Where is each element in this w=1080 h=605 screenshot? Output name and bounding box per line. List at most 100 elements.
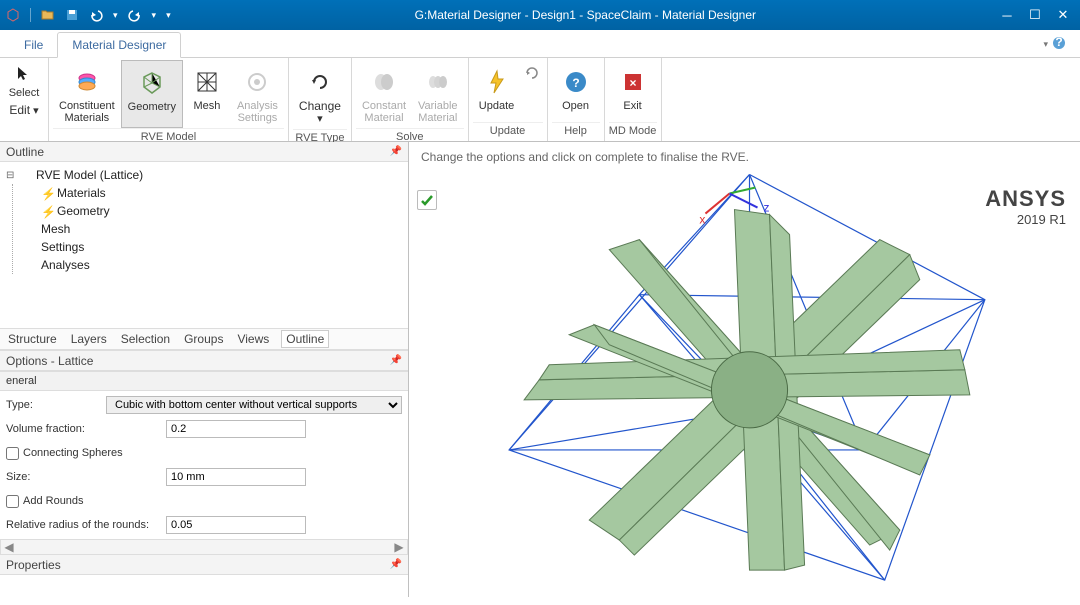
properties-title: Properties [6, 558, 61, 572]
constant-material-icon [370, 68, 398, 96]
axis-z-label: z [764, 201, 770, 215]
outline-header: Outline 📌 [0, 142, 408, 162]
tab-views[interactable]: Views [235, 330, 271, 348]
svg-text:?: ? [572, 76, 579, 90]
brand-name: ANSYS [985, 186, 1066, 212]
variable-material-button[interactable]: Variable Material [412, 60, 464, 128]
ribbon-group-help: ? Open Help [548, 58, 605, 141]
model-icon [20, 169, 32, 181]
close-button[interactable]: ✕ [1056, 8, 1070, 22]
main-area: Outline 📌 ⊟ RVE Model (Lattice) ⚡ Materi… [0, 142, 1080, 597]
select-button[interactable]: Select [4, 60, 44, 100]
scroll-right-icon[interactable]: ▶ [391, 540, 407, 554]
brand-version: 2019 R1 [985, 212, 1066, 227]
material-designer-tab[interactable]: Material Designer [57, 32, 181, 58]
pin-icon[interactable]: 📌 [390, 559, 402, 570]
geometry-button[interactable]: Geometry [121, 60, 183, 128]
size-input[interactable] [166, 468, 306, 486]
ribbon-group-update: Update Update [469, 58, 548, 141]
options-title: Options - Lattice [6, 354, 93, 368]
panel-tabs: Structure Layers Selection Groups Views … [0, 328, 408, 350]
update-button[interactable]: Update [473, 60, 521, 122]
minimize-button[interactable]: ─ [1000, 8, 1014, 22]
option-size-row: Size: [6, 467, 402, 487]
radius-input[interactable] [166, 516, 306, 534]
update-extra-button[interactable] [521, 60, 543, 122]
lightning-small-icon: ⚡ [41, 187, 53, 199]
axis-x-label: x [699, 213, 705, 227]
redo-dropdown[interactable]: ▾ [152, 10, 157, 21]
ribbon-group-rve-model: Constituent Materials Geometry Mesh Anal… [49, 58, 289, 141]
tree-root[interactable]: ⊟ RVE Model (Lattice) [6, 166, 402, 184]
outline-title: Outline [6, 145, 44, 159]
ribbon-group-solve: Constant Material Variable Material Solv… [352, 58, 469, 141]
type-label: Type: [6, 399, 106, 411]
ribbon-group-md-mode: × Exit MD Mode [605, 58, 662, 141]
horizontal-scrollbar[interactable]: ◀ ▶ [0, 539, 408, 555]
viewport-canvas[interactable]: ANSYS 2019 R1 [409, 168, 1080, 602]
options-header: Options - Lattice 📌 [0, 351, 408, 371]
connecting-spheres-label: Connecting Spheres [23, 447, 183, 459]
tab-selection[interactable]: Selection [119, 330, 172, 348]
ribbon-group-rve-type: Change▾ RVE Type [289, 58, 352, 141]
model-3d-view[interactable]: x z [409, 168, 1080, 602]
svg-text:?: ? [1055, 36, 1062, 49]
tab-structure[interactable]: Structure [6, 330, 59, 348]
tree-item-geometry[interactable]: ⚡ Geometry [23, 202, 402, 220]
help-icon[interactable]: ? [1052, 36, 1066, 53]
scroll-left-icon[interactable]: ◀ [1, 540, 17, 554]
pin-icon[interactable]: 📌 [390, 146, 402, 157]
outline-tree[interactable]: ⊟ RVE Model (Lattice) ⚡ Materials ⚡ Geom… [0, 162, 408, 328]
undo-icon[interactable] [89, 8, 103, 22]
edit-button[interactable]: Edit ▾ [4, 100, 44, 117]
option-type-row: Type: Cubic with bottom center without v… [6, 395, 402, 415]
tree-item-materials[interactable]: ⚡ Materials [23, 184, 402, 202]
tree-collapse-icon[interactable]: ⊟ [6, 170, 16, 181]
tab-groups[interactable]: Groups [182, 330, 225, 348]
complete-checkmark-button[interactable] [417, 190, 437, 210]
option-spheres-row: Connecting Spheres [6, 443, 402, 463]
lightning-small-icon: ⚡ [41, 205, 53, 217]
tree-item-analyses[interactable]: Analyses [23, 256, 402, 274]
tree-item-settings[interactable]: Settings [23, 238, 402, 256]
redo-icon[interactable] [128, 8, 142, 22]
help-dropdown[interactable]: ▾ ? [1039, 32, 1070, 57]
viewport-hint: Change the options and click on complete… [409, 142, 1080, 168]
constant-material-button[interactable]: Constant Material [356, 60, 412, 128]
radius-label: Relative radius of the rounds: [6, 519, 166, 531]
undo-dropdown[interactable]: ▾ [113, 10, 118, 21]
save-icon[interactable] [65, 8, 79, 22]
left-panel: Outline 📌 ⊟ RVE Model (Lattice) ⚡ Materi… [0, 142, 409, 597]
connecting-spheres-checkbox[interactable] [6, 447, 19, 460]
size-label: Size: [6, 471, 166, 483]
group-label-md-mode: MD Mode [609, 122, 657, 139]
mesh-button[interactable]: Mesh [183, 60, 231, 128]
tab-layers[interactable]: Layers [69, 330, 109, 348]
app-icon [6, 8, 20, 22]
tab-outline[interactable]: Outline [281, 330, 329, 348]
volume-label: Volume fraction: [6, 423, 166, 435]
analysis-settings-button[interactable]: Analysis Settings [231, 60, 284, 128]
viewport[interactable]: Change the options and click on complete… [409, 142, 1080, 597]
lightning-icon [483, 68, 511, 96]
pin-icon[interactable]: 📌 [390, 355, 402, 366]
add-rounds-checkbox[interactable] [6, 495, 19, 508]
type-select[interactable]: Cubic with bottom center without vertica… [106, 396, 402, 414]
menu-bar: File Material Designer ▾ ? [0, 30, 1080, 58]
change-button[interactable]: Change▾ [293, 60, 347, 129]
svg-text:×: × [629, 76, 636, 90]
exit-icon: × [619, 68, 647, 96]
file-menu[interactable]: File [10, 33, 57, 57]
help-circle-icon: ? [562, 68, 590, 96]
open-folder-icon[interactable] [41, 8, 55, 22]
mesh-icon [193, 68, 221, 96]
open-help-button[interactable]: ? Open [552, 60, 600, 122]
exit-button[interactable]: × Exit [609, 60, 657, 122]
tree-item-mesh[interactable]: Mesh [23, 220, 402, 238]
add-rounds-label: Add Rounds [23, 495, 183, 507]
properties-header: Properties 📌 [0, 555, 408, 575]
volume-input[interactable] [166, 420, 306, 438]
maximize-button[interactable]: ☐ [1028, 8, 1042, 22]
variable-material-icon [424, 68, 452, 96]
constituent-materials-button[interactable]: Constituent Materials [53, 60, 121, 128]
